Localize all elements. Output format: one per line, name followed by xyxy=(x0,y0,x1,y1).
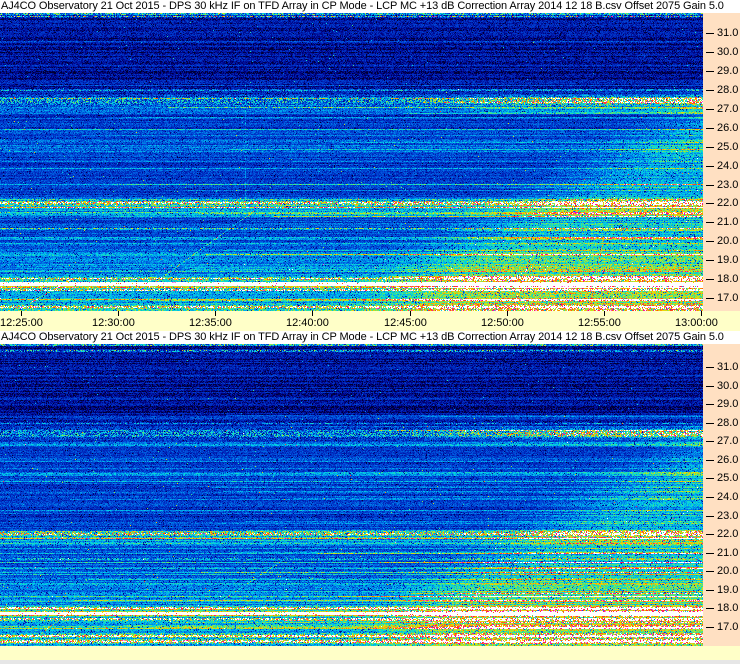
freq-tick xyxy=(706,386,714,387)
freq-tick xyxy=(706,147,714,148)
freq-tick-label: 17.0 xyxy=(717,621,739,633)
spectrogram-heatmap-1 xyxy=(0,13,703,311)
freq-tick xyxy=(706,460,714,461)
freq-tick xyxy=(706,90,714,91)
freq-tick-label: 19.0 xyxy=(717,584,739,596)
freq-tick xyxy=(706,33,714,34)
freq-tick xyxy=(706,423,714,424)
freq-tick xyxy=(706,497,714,498)
freq-tick xyxy=(706,260,714,261)
freq-tick xyxy=(706,534,714,535)
freq-tick xyxy=(706,404,714,405)
freq-tick-label: 20.0 xyxy=(717,565,739,577)
spectrogram-title-1: AJ4CO Observatory 21 Oct 2015 - DPS 30 k… xyxy=(0,0,740,13)
freq-tick-label: 30.0 xyxy=(717,46,739,58)
freq-tick xyxy=(706,279,714,280)
time-tick-label: 12:45:00 xyxy=(384,317,427,329)
time-tick xyxy=(312,311,313,316)
freq-tick xyxy=(706,590,714,591)
freq-tick-label: 26.0 xyxy=(717,122,739,134)
time-tick xyxy=(21,311,22,316)
freq-tick-label: 28.0 xyxy=(717,417,739,429)
freq-tick-label: 25.0 xyxy=(717,141,739,153)
freq-tick xyxy=(706,553,714,554)
frequency-axis-1: 31.0 30.0 29.0 28.0 27.0 26.0 25.0 24.0 23.0 22.0… xyxy=(703,13,740,311)
freq-tick xyxy=(706,203,714,204)
freq-tick xyxy=(706,241,714,242)
freq-tick-label: 19.0 xyxy=(717,254,739,266)
freq-tick xyxy=(706,571,714,572)
freq-tick xyxy=(706,71,714,72)
time-tick xyxy=(410,311,411,316)
spectrogram-heatmap-2 xyxy=(0,344,703,646)
freq-tick-label: 31.0 xyxy=(717,361,739,373)
freq-tick-label: 17.0 xyxy=(717,292,739,304)
freq-tick xyxy=(706,478,714,479)
time-tick xyxy=(604,311,605,316)
window-edge-strip xyxy=(0,660,740,664)
frequency-axis-2: 31.0 30.0 29.0 28.0 27.0 26.0 25.0 24.0 23.0 22.0… xyxy=(703,344,740,646)
time-tick-label: 12:40:00 xyxy=(286,317,329,329)
freq-tick-label: 23.0 xyxy=(717,510,739,522)
freq-tick xyxy=(706,166,714,167)
time-tick xyxy=(701,311,702,316)
freq-tick-label: 31.0 xyxy=(717,27,739,39)
time-tick-label: 12:25:00 xyxy=(0,317,43,329)
freq-tick-label: 27.0 xyxy=(717,103,739,115)
freq-tick-label: 24.0 xyxy=(717,491,739,503)
freq-tick xyxy=(706,367,714,368)
freq-tick-label: 29.0 xyxy=(717,398,739,410)
freq-tick-label: 22.0 xyxy=(717,528,739,540)
freq-tick-label: 22.0 xyxy=(717,197,739,209)
freq-tick-label: 24.0 xyxy=(717,160,739,172)
freq-tick xyxy=(706,222,714,223)
freq-tick xyxy=(706,608,714,609)
freq-tick xyxy=(706,441,714,442)
freq-tick xyxy=(706,52,714,53)
freq-tick-label: 29.0 xyxy=(717,65,739,77)
freq-tick xyxy=(706,298,714,299)
freq-tick-label: 21.0 xyxy=(717,547,739,559)
time-tick-label: 13:00:00 xyxy=(675,317,718,329)
freq-tick-label: 28.0 xyxy=(717,84,739,96)
freq-tick-label: 18.0 xyxy=(717,273,739,285)
time-axis-1: 12:25:00 12:30:00 12:35:00 12:40:00 12:45:00… xyxy=(0,311,740,331)
freq-tick-label: 21.0 xyxy=(717,216,739,228)
freq-tick-label: 26.0 xyxy=(717,454,739,466)
freq-tick xyxy=(706,185,714,186)
freq-tick xyxy=(706,128,714,129)
freq-tick-label: 23.0 xyxy=(717,179,739,191)
time-tick xyxy=(507,311,508,316)
time-tick xyxy=(215,311,216,316)
time-axis-2 xyxy=(0,646,740,660)
freq-tick xyxy=(706,516,714,517)
time-tick-label: 12:35:00 xyxy=(189,317,232,329)
time-tick-label: 12:30:00 xyxy=(92,317,135,329)
freq-tick-label: 27.0 xyxy=(717,435,739,447)
spectrogram-title-2: AJ4CO Observatory 21 Oct 2015 - DPS 30 k… xyxy=(0,331,740,344)
time-tick-label: 12:50:00 xyxy=(481,317,524,329)
freq-tick xyxy=(706,109,714,110)
freq-tick-label: 30.0 xyxy=(717,380,739,392)
time-tick-label: 12:55:00 xyxy=(578,317,621,329)
freq-tick-label: 18.0 xyxy=(717,602,739,614)
freq-tick-label: 25.0 xyxy=(717,472,739,484)
spectrograph-window: AJ4CO Observatory 21 Oct 2015 - DPS 30 k… xyxy=(0,0,740,664)
freq-tick xyxy=(706,627,714,628)
freq-tick-label: 20.0 xyxy=(717,235,739,247)
time-tick xyxy=(118,311,119,316)
